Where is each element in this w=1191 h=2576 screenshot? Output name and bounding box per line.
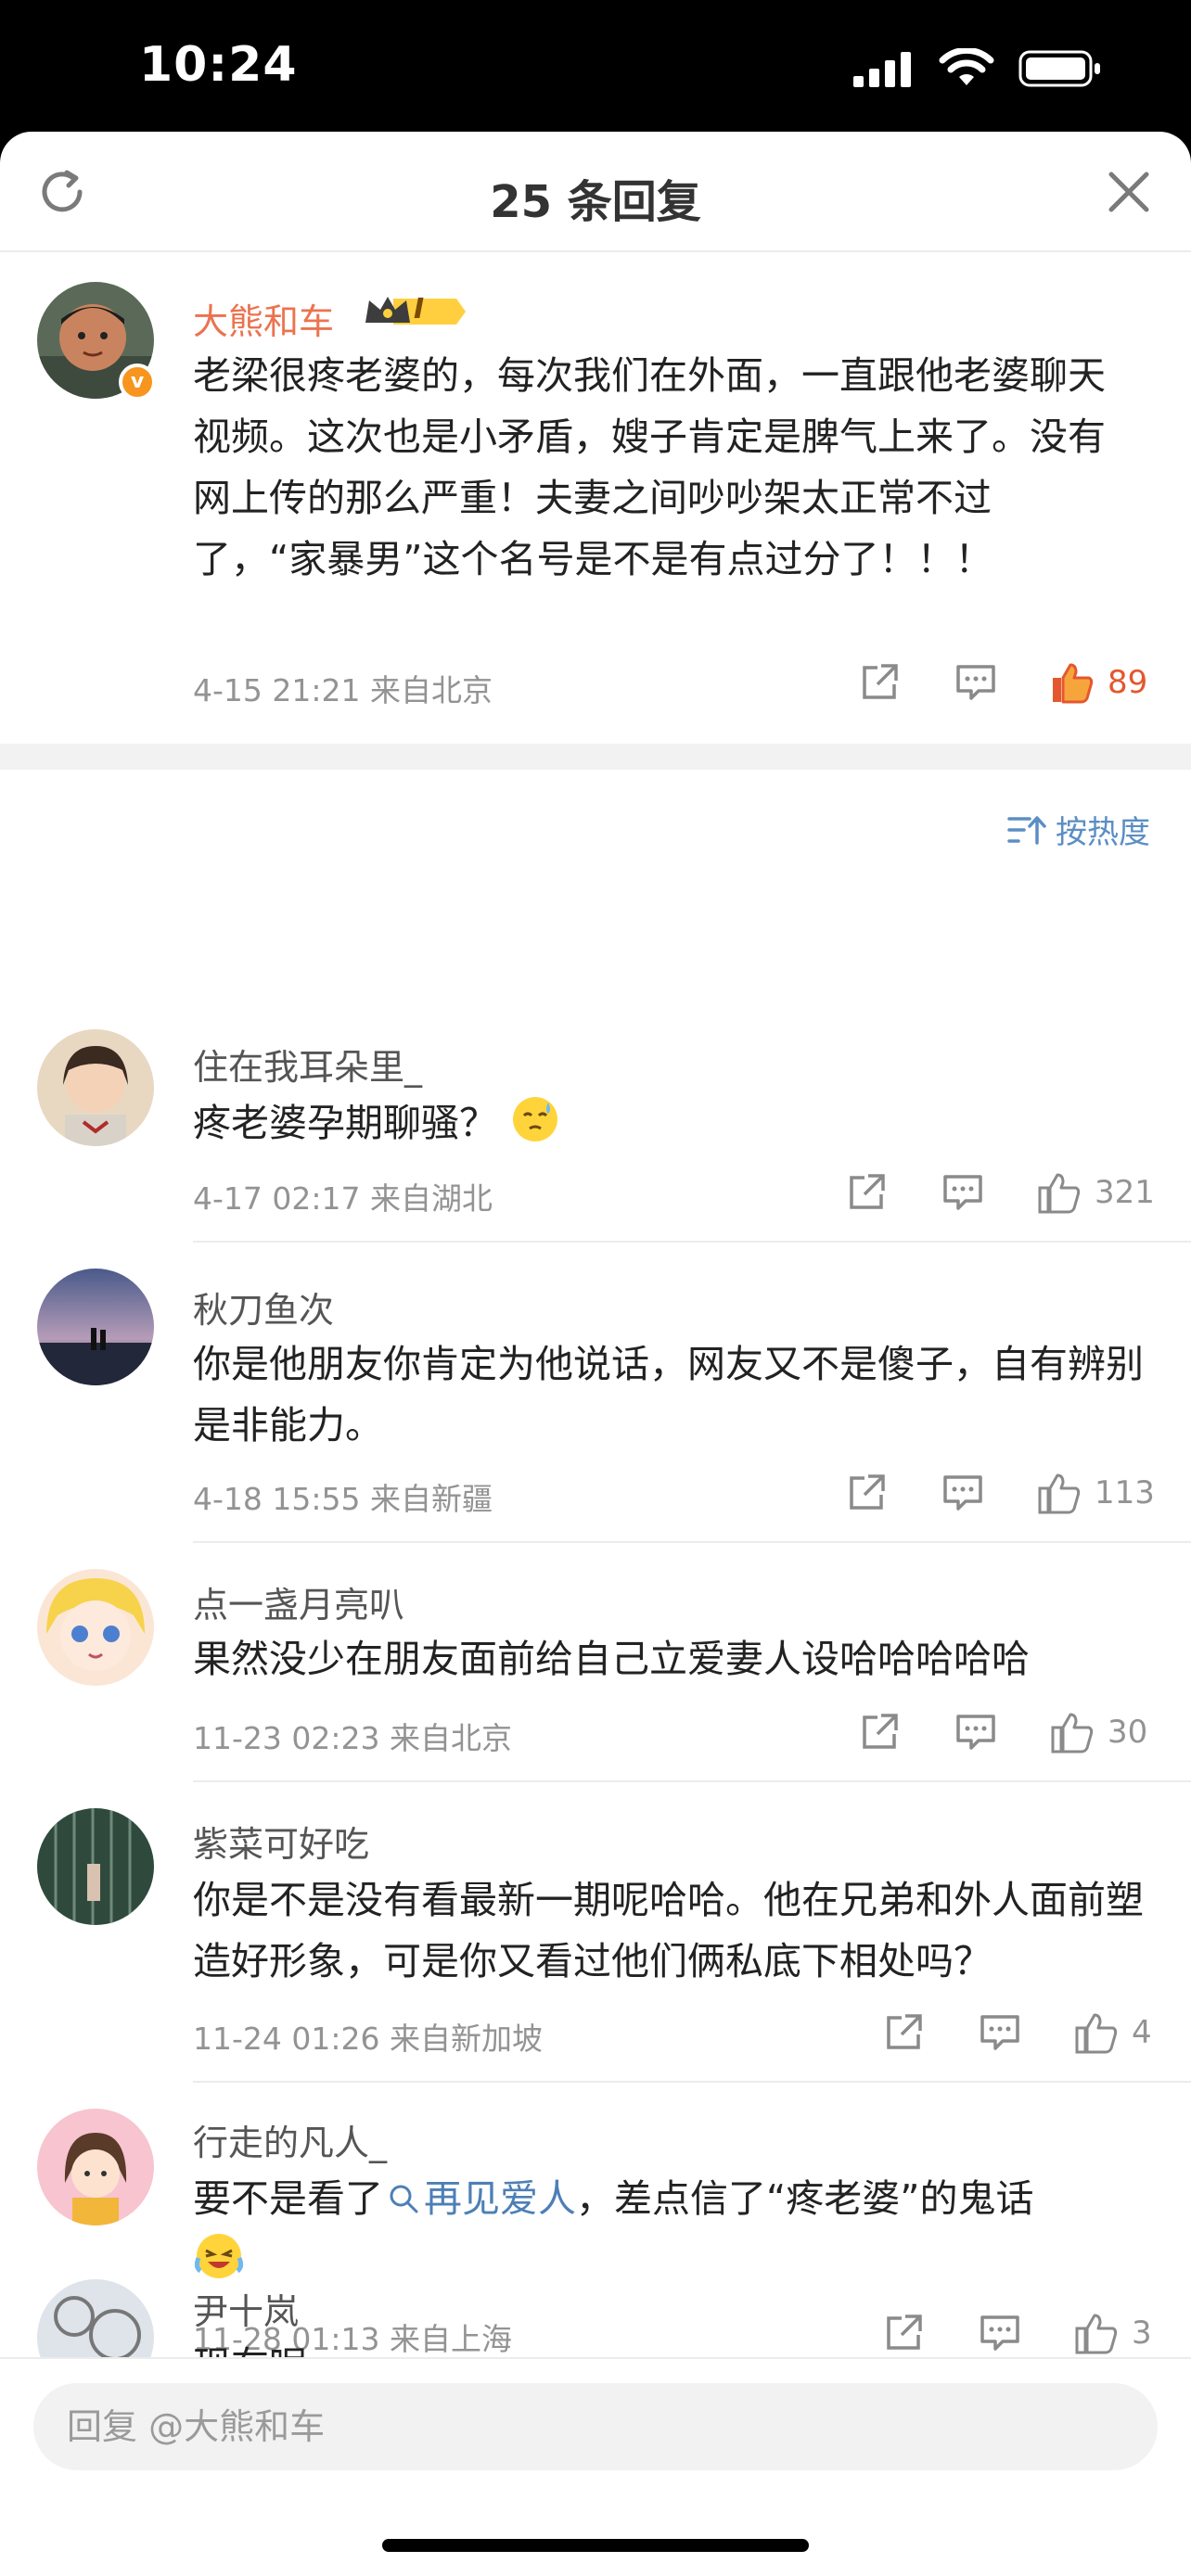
comment-actions: 89 (852, 655, 1163, 710)
like-count: 30 (1108, 1714, 1148, 1751)
thumbs-up-filled-icon (1053, 663, 1094, 704)
wifi-icon (939, 48, 994, 85)
reply-actions: 4 (876, 2005, 1187, 2060)
reply-meta: 4-17 02:17 来自湖北 (193, 1180, 493, 1217)
like-count: 89 (1108, 664, 1148, 701)
share-icon (887, 2014, 922, 2049)
reply-text: 果然没少在朋友面前给自己立爱妻人设哈哈哈哈哈 (193, 1637, 1030, 1681)
comment-icon (943, 1475, 982, 1511)
comment-icon (943, 1175, 982, 1210)
share-button[interactable] (852, 1704, 907, 1760)
like-count: 113 (1095, 1474, 1155, 1511)
reply-meta: 11-23 02:23 来自北京 (193, 1720, 512, 1756)
sort-icon (1007, 815, 1046, 845)
laugh-cry-emoji-icon (194, 2234, 244, 2278)
avatar[interactable] (37, 1029, 154, 1146)
page-title: 25 条回复 (490, 176, 701, 228)
like-count: 4 (1132, 2014, 1152, 2051)
thumbs-up-icon (1038, 1173, 1081, 1214)
reply-username[interactable]: 秋刀鱼次 (193, 1282, 334, 1333)
reply-meta: 11-24 01:26 来自新加坡 (193, 2021, 543, 2057)
thumbs-up-icon (1075, 2013, 1118, 2054)
section-divider (0, 744, 1191, 770)
like-button[interactable] (1069, 2005, 1124, 2060)
thumbs-up-icon (1038, 1473, 1081, 1514)
topic-link-label: 再见爱人 (424, 2176, 576, 2221)
sort-label: 按热度 (1056, 814, 1150, 851)
share-icon (850, 1474, 885, 1510)
comment-button[interactable] (972, 2005, 1028, 2060)
divider (193, 1780, 1191, 1782)
divider (193, 1241, 1191, 1243)
share-icon (863, 664, 898, 699)
status-time: 10:24 (139, 37, 298, 93)
reply-text: 现在呢 (193, 2335, 1148, 2357)
level-badge-label: I (414, 293, 425, 325)
reply-text: 要不是看了 再见爱人，差点信了“疼老婆”的鬼话 (193, 2168, 1148, 2290)
topic-link[interactable]: 再见爱人 (383, 2176, 576, 2221)
like-button[interactable] (1044, 655, 1100, 710)
replies-sheet: 25 条回复 v 大熊和车 I 老梁很疼老婆的，每次我们在外面，一直跟他老婆聊天… (0, 132, 1191, 2576)
comment-button[interactable] (935, 1165, 991, 1220)
sort-by-hot-button[interactable]: 按热度 (1007, 807, 1150, 852)
reply-text: 你是不是没有看最新一期呢哈哈。他在兄弟和外人面前塑造好形象，可是你又看过他们俩私… (193, 1878, 1144, 1983)
reply-username[interactable]: 点一盏月亮叭 (193, 1576, 404, 1627)
main-comment: v 大熊和车 I 老梁很疼老婆的，每次我们在外面，一直跟他老婆聊天视频。这次也是… (0, 252, 1191, 744)
comment-button[interactable] (935, 1465, 991, 1521)
comment-icon (980, 2015, 1019, 2050)
share-button[interactable] (852, 655, 907, 710)
divider (193, 2081, 1191, 2083)
reply-text-content: 疼老婆孕期聊骚？ (193, 1101, 497, 1145)
reply-username[interactable]: 紫菜可好吃 (193, 1816, 369, 1867)
reply-text-before: 要不是看了 (193, 2176, 383, 2221)
comment-button[interactable] (948, 655, 1004, 710)
status-icons (853, 48, 1102, 89)
thumbs-up-icon (1051, 1713, 1094, 1753)
comment-icon (956, 665, 995, 700)
reply-username[interactable]: 尹十岚 (193, 2283, 299, 2334)
reply-username[interactable]: 住在我耳朵里_ (193, 1039, 422, 1090)
verified-badge: v (119, 363, 156, 401)
battery-icon (1018, 50, 1100, 87)
avatar[interactable] (37, 1808, 154, 1925)
divider (193, 1541, 1191, 1543)
reply-text: 疼老婆孕期聊骚？ (193, 1092, 1148, 1154)
share-button[interactable] (839, 1165, 894, 1220)
reply-actions: 113 (839, 1465, 1155, 1521)
cellular-signal-icon (853, 52, 911, 87)
avatar[interactable] (37, 1269, 154, 1385)
like-button[interactable] (1044, 1704, 1100, 1760)
comment-icon (956, 1715, 995, 1750)
like-button[interactable] (1031, 1165, 1087, 1220)
status-bar: 10:24 (0, 0, 1191, 132)
like-button[interactable] (1031, 1465, 1087, 1521)
reply-text-after: ，差点信了“疼老婆”的鬼话 (576, 2176, 1034, 2221)
reply-actions: 321 (839, 1165, 1155, 1220)
share-button[interactable] (839, 1465, 894, 1521)
avatar[interactable] (37, 1569, 154, 1686)
reply-username[interactable]: 行走的凡人_ (193, 2114, 387, 2165)
like-count: 321 (1095, 1174, 1155, 1211)
share-icon (850, 1174, 885, 1209)
reply-actions: 30 (852, 1704, 1163, 1760)
avatar[interactable] (37, 2109, 154, 2225)
close-icon[interactable] (1104, 167, 1154, 217)
share-button[interactable] (876, 2005, 931, 2060)
comment-text: 老梁很疼老婆的，每次我们在外面，一直跟他老婆聊天视频。这次也是小矛盾，嫂子肯定是… (193, 353, 1106, 581)
home-indicator (382, 2539, 809, 2552)
reply-text: 你是他朋友你肯定为他说话，网友又不是傻子，自有辨别是非能力。 (193, 1342, 1144, 1447)
share-icon (863, 1714, 898, 1749)
reply-input[interactable]: 回复 @大熊和车 (33, 2383, 1158, 2470)
search-icon (390, 2185, 418, 2213)
comment-button[interactable] (948, 1704, 1004, 1760)
sweat-emoji-icon (513, 1097, 558, 1141)
sheet-header: 25 条回复 (0, 132, 1191, 252)
comment-meta: 4-15 21:21 来自北京 (193, 672, 493, 708)
reply-meta: 4-18 15:55 来自新疆 (193, 1481, 493, 1517)
comment-username[interactable]: 大熊和车 (193, 293, 334, 344)
